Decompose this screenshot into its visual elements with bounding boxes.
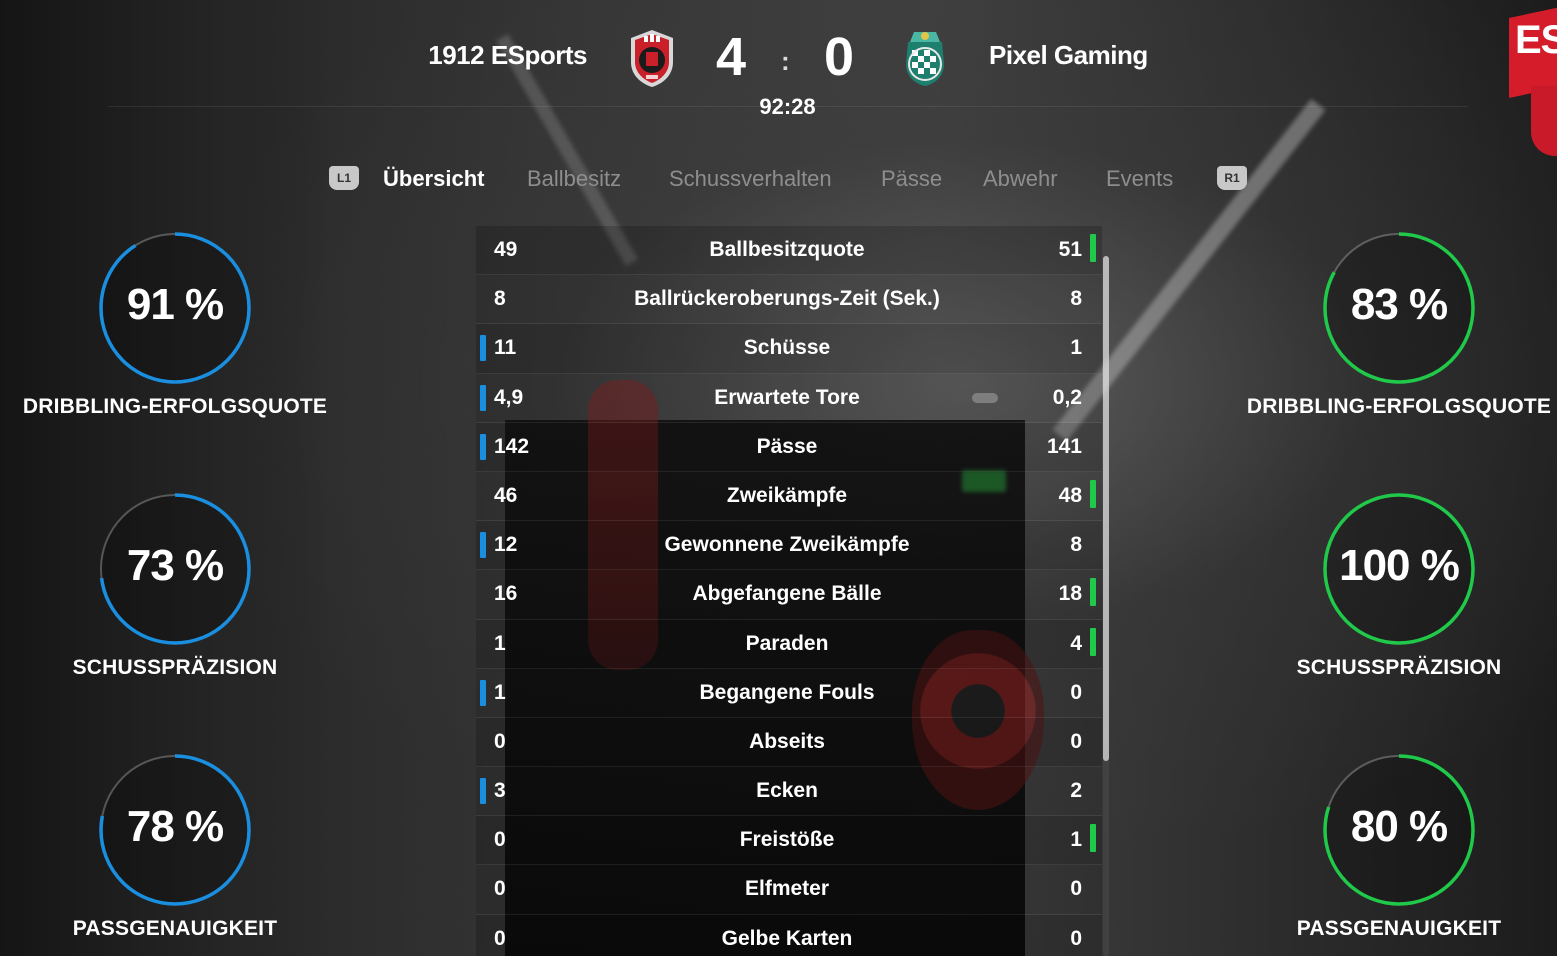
- score-separator: :: [781, 46, 790, 76]
- ring-label: SCHUSSPRÄZISION: [72, 656, 278, 679]
- home-score: 4: [716, 27, 747, 87]
- away-value: 0: [1070, 729, 1082, 753]
- stat-label: Zweikämpfe: [726, 483, 848, 507]
- stat-label: Ecken: [756, 779, 818, 803]
- r1-shoulder-button-icon[interactable]: R1: [1217, 166, 1247, 190]
- stat-label: Erwartete Tore: [714, 385, 860, 409]
- tab-events[interactable]: Events: [1106, 166, 1173, 192]
- stat-label: Abgefangene Bälle: [692, 582, 882, 606]
- home-leader-bar: [480, 335, 486, 362]
- stat-row: 1 Paraden 4: [476, 619, 1102, 669]
- away-value: 1: [1070, 828, 1082, 852]
- stat-label: Abseits: [749, 729, 825, 753]
- header-divider: [108, 106, 1468, 107]
- ring-value: 78 %: [126, 802, 224, 851]
- stat-label: Gewonnene Zweikämpfe: [664, 533, 910, 557]
- stat-row: 142 Pässe 141: [476, 422, 1102, 472]
- away-value: 4: [1070, 631, 1082, 655]
- away-team-crest-icon: [906, 32, 944, 86]
- away-value: 0: [1070, 680, 1082, 704]
- stat-label: Schüsse: [743, 336, 831, 360]
- home-leader-bar: [480, 778, 486, 805]
- stat-row: 0 Gelbe Karten 0: [476, 914, 1102, 956]
- stat-row: 0 Abseits 0: [476, 717, 1102, 768]
- away-leader-bar: [1090, 627, 1096, 656]
- away-leader-bar: [1090, 824, 1096, 853]
- stat-row: 11 Schüsse 1: [476, 324, 1102, 374]
- away-value: 2: [1070, 779, 1082, 803]
- home-pass-accuracy-stat: 78 % PASSGENAUIGKEIT: [0, 752, 330, 956]
- l1-shoulder-button-icon[interactable]: L1: [329, 166, 359, 190]
- away-value: 48: [1058, 483, 1082, 507]
- match-clock: 92:28: [759, 94, 816, 119]
- home-leader-bar: [480, 433, 486, 460]
- away-pass-accuracy-stat: 80 % PASSGENAUIGKEIT: [1224, 752, 1554, 956]
- away-leader-bar: [1090, 234, 1096, 262]
- stat-row: 8 Ballrückeroberungs-Zeit (Sek.) 8: [476, 275, 1102, 325]
- stat-label: Begangene Fouls: [699, 680, 875, 704]
- xg-indicator: [972, 392, 998, 403]
- away-value: 8: [1070, 533, 1082, 557]
- ring-label: SCHUSSPRÄZISION: [1296, 656, 1502, 679]
- stat-row: 49 Ballbesitzquote 51: [476, 226, 1102, 276]
- match-stats-table: 49 Ballbesitzquote 51 8 Ballrückeroberun…: [476, 226, 1102, 956]
- stat-row: 0 Elfmeter 0: [476, 865, 1102, 915]
- home-dribbling-stat: 91 % DRIBBLING-ERFOLGSQUOTE: [0, 230, 330, 450]
- tab-ballbesitz[interactable]: Ballbesitz: [527, 166, 621, 192]
- away-value: 51: [1058, 238, 1082, 261]
- stat-label: Gelbe Karten: [721, 926, 853, 950]
- stat-row: 46 Zweikämpfe 48: [476, 471, 1102, 522]
- stats-tab-bar: L1 Übersicht Ballbesitz Schussverhalten …: [0, 164, 1557, 198]
- away-leader-bar: [1090, 479, 1096, 508]
- away-score: 0: [824, 27, 855, 87]
- away-value: 0: [1070, 926, 1082, 950]
- home-leader-bar: [480, 384, 486, 411]
- stat-label: Paraden: [745, 631, 829, 655]
- tab-schussverhalten[interactable]: Schussverhalten: [669, 166, 832, 192]
- stat-label: Freistöße: [739, 828, 835, 852]
- home-team-crest-icon: [631, 30, 673, 87]
- home-team-name: 1912 ESports: [428, 40, 587, 70]
- ring-label: PASSGENAUIGKEIT: [72, 917, 278, 940]
- scoreboard: 1912 ESports 4 : 0 Pixel Gaming 92:28: [0, 0, 1557, 130]
- ring-value: 100 %: [1339, 541, 1460, 590]
- home-leader-bar: [480, 679, 486, 706]
- away-shot-accuracy-stat: 100 % SCHUSSPRÄZISION: [1224, 491, 1554, 711]
- away-value: 8: [1070, 287, 1082, 311]
- away-value: 18: [1058, 582, 1082, 606]
- stats-scrollbar-thumb[interactable]: [1103, 256, 1109, 761]
- ring-label: DRIBBLING-ERFOLGSQUOTE: [1246, 395, 1552, 418]
- away-dribbling-stat: 83 % DRIBBLING-ERFOLGSQUOTE: [1224, 230, 1554, 450]
- ring-value: 73 %: [126, 541, 224, 590]
- stat-row: 12 Gewonnene Zweikämpfe 8: [476, 521, 1102, 571]
- home-shot-accuracy-stat: 73 % SCHUSSPRÄZISION: [0, 491, 330, 711]
- stat-label: Ballrückeroberungs-Zeit (Sek.): [634, 287, 940, 311]
- away-value: 0: [1070, 877, 1082, 901]
- ring-label: PASSGENAUIGKEIT: [1296, 917, 1502, 940]
- stat-row: 16 Abgefangene Bälle 18: [476, 570, 1102, 620]
- ring-value: 91 %: [126, 280, 224, 329]
- ring-value: 80 %: [1350, 802, 1448, 851]
- away-leader-bar: [1090, 578, 1096, 607]
- stat-row: 1 Begangene Fouls 0: [476, 668, 1102, 718]
- ring-value: 83 %: [1350, 280, 1448, 329]
- away-team-name: Pixel Gaming: [989, 40, 1148, 70]
- stat-row: 3 Ecken 2: [476, 767, 1102, 817]
- stat-row: 0 Freistöße 1: [476, 816, 1102, 866]
- away-value: 0,2: [1052, 385, 1082, 409]
- stat-row: 4,9 Erwartete Tore 0,2: [476, 373, 1102, 423]
- tab-uebersicht[interactable]: Übersicht: [383, 166, 484, 192]
- home-leader-bar: [480, 532, 486, 559]
- tab-abwehr[interactable]: Abwehr: [983, 166, 1058, 192]
- stat-label: Ballbesitzquote: [709, 238, 865, 261]
- ring-label: DRIBBLING-ERFOLGSQUOTE: [22, 395, 328, 418]
- away-value: 141: [1046, 434, 1082, 458]
- stat-label: Elfmeter: [744, 877, 830, 901]
- tab-paesse[interactable]: Pässe: [881, 166, 942, 192]
- away-value: 1: [1070, 336, 1082, 360]
- stat-label: Pässe: [756, 434, 818, 458]
